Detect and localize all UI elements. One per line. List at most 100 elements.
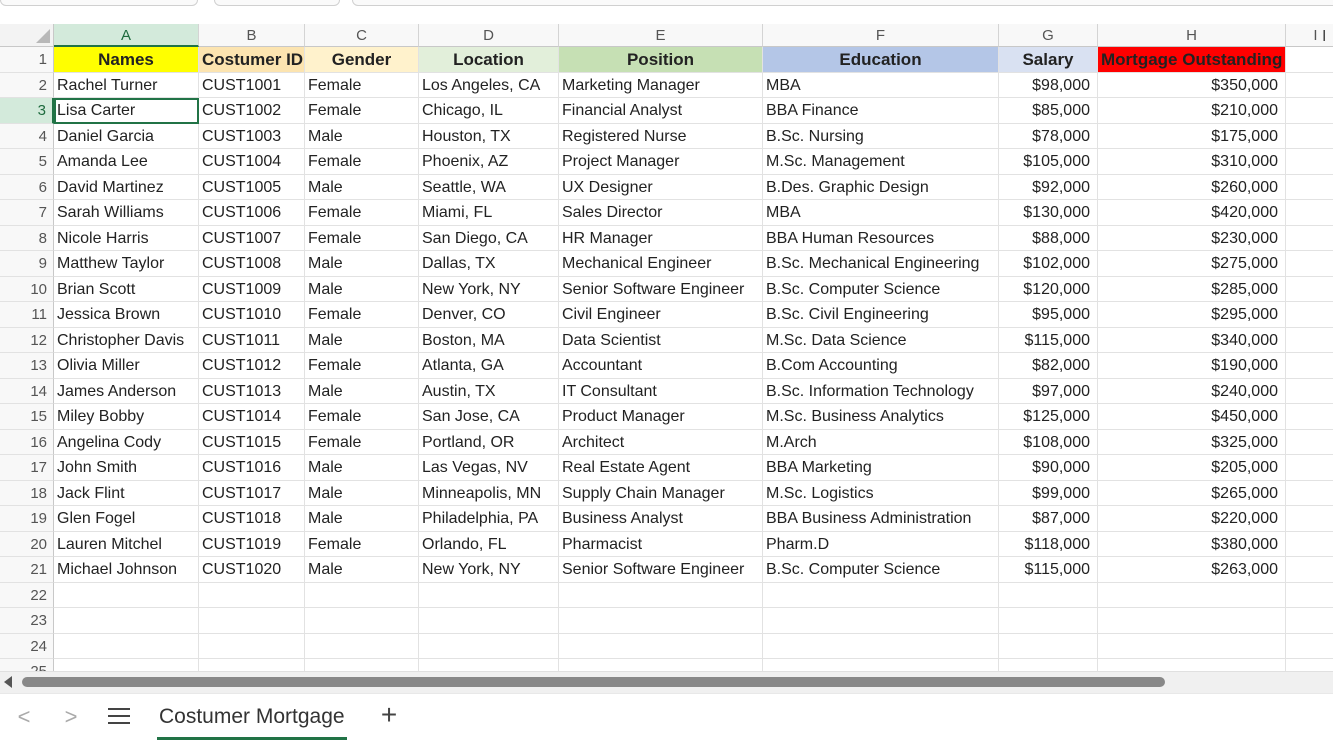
data-cell[interactable]: Boston, MA [419, 327, 559, 353]
data-cell[interactable]: Data Scientist [559, 327, 763, 353]
data-cell[interactable]: Female [305, 149, 419, 175]
empty-cell[interactable] [1098, 608, 1286, 634]
data-cell[interactable]: M.Sc. Management [763, 149, 999, 175]
data-cell[interactable]: BBA Human Resources [763, 225, 999, 251]
data-cell[interactable]: Denver, CO [419, 302, 559, 328]
header-cell[interactable]: Position [559, 47, 763, 73]
data-cell[interactable]: Chicago, IL [419, 98, 559, 124]
empty-cell[interactable] [199, 633, 305, 659]
data-cell[interactable]: Phoenix, AZ [419, 149, 559, 175]
column-header-h[interactable]: H [1098, 24, 1286, 47]
data-cell[interactable]: $125,000 [999, 404, 1098, 430]
row-header-16[interactable]: 16 [0, 429, 54, 455]
data-cell[interactable]: Pharmacist [559, 531, 763, 557]
data-cell[interactable]: CUST1010 [199, 302, 305, 328]
empty-cell[interactable] [199, 659, 305, 671]
empty-cell[interactable] [1286, 532, 1333, 557]
data-cell[interactable]: $295,000 [1098, 302, 1286, 328]
data-cell[interactable]: Dallas, TX [419, 251, 559, 277]
data-cell[interactable]: $120,000 [999, 276, 1098, 302]
data-cell[interactable]: Accountant [559, 353, 763, 379]
header-cell[interactable]: Gender [305, 47, 419, 73]
data-cell[interactable]: Male [305, 480, 419, 506]
empty-cell[interactable] [999, 608, 1098, 634]
data-cell[interactable]: CUST1011 [199, 327, 305, 353]
empty-cell[interactable] [1098, 582, 1286, 608]
row-header-1[interactable]: 1 [0, 47, 54, 73]
sheet-tab-costumer-mortgage[interactable]: Costumer Mortgage [157, 694, 347, 740]
data-cell[interactable]: San Jose, CA [419, 404, 559, 430]
data-cell[interactable]: Orlando, FL [419, 531, 559, 557]
row-header-22[interactable]: 22 [0, 582, 54, 608]
data-cell[interactable]: $175,000 [1098, 123, 1286, 149]
data-cell[interactable]: $98,000 [999, 72, 1098, 98]
data-cell[interactable]: M.Sc. Logistics [763, 480, 999, 506]
data-cell[interactable]: CUST1008 [199, 251, 305, 277]
scrollbar-thumb[interactable] [22, 677, 1165, 687]
data-cell[interactable]: $90,000 [999, 455, 1098, 481]
name-cell[interactable]: Jack Flint [54, 480, 199, 506]
data-cell[interactable]: CUST1017 [199, 480, 305, 506]
data-cell[interactable]: IT Consultant [559, 378, 763, 404]
data-cell[interactable]: MBA [763, 72, 999, 98]
empty-cell[interactable] [1286, 634, 1333, 659]
row-header-7[interactable]: 7 [0, 200, 54, 226]
triangle-left-icon[interactable] [4, 676, 12, 688]
data-cell[interactable]: $263,000 [1098, 557, 1286, 583]
name-cell[interactable]: Jessica Brown [54, 302, 199, 328]
empty-cell[interactable] [419, 582, 559, 608]
data-cell[interactable]: $230,000 [1098, 225, 1286, 251]
data-cell[interactable]: Male [305, 251, 419, 277]
data-cell[interactable]: B.Sc. Civil Engineering [763, 302, 999, 328]
empty-cell[interactable] [1286, 277, 1333, 302]
empty-cell[interactable] [305, 582, 419, 608]
data-cell[interactable]: Sales Director [559, 200, 763, 226]
data-cell[interactable]: $92,000 [999, 174, 1098, 200]
data-cell[interactable]: $240,000 [1098, 378, 1286, 404]
row-header-9[interactable]: 9 [0, 251, 54, 277]
name-cell[interactable]: Rachel Turner [54, 72, 199, 98]
row-header-13[interactable]: 13 [0, 353, 54, 379]
empty-cell[interactable] [54, 582, 199, 608]
data-cell[interactable]: Los Angeles, CA [419, 72, 559, 98]
header-cell[interactable]: Education [763, 47, 999, 73]
data-cell[interactable]: Atlanta, GA [419, 353, 559, 379]
empty-cell[interactable] [1286, 226, 1333, 251]
data-cell[interactable]: CUST1005 [199, 174, 305, 200]
header-cell[interactable]: Mortgage Outstanding [1098, 47, 1286, 73]
data-cell[interactable]: CUST1003 [199, 123, 305, 149]
row-header-20[interactable]: 20 [0, 531, 54, 557]
data-cell[interactable]: $450,000 [1098, 404, 1286, 430]
data-cell[interactable]: B.Sc. Mechanical Engineering [763, 251, 999, 277]
data-cell[interactable]: Senior Software Engineer [559, 557, 763, 583]
header-cell[interactable]: Costumer ID [199, 47, 305, 73]
data-cell[interactable]: Minneapolis, MN [419, 480, 559, 506]
data-cell[interactable]: CUST1006 [199, 200, 305, 226]
data-cell[interactable]: CUST1004 [199, 149, 305, 175]
data-cell[interactable]: Male [305, 123, 419, 149]
data-cell[interactable]: Male [305, 557, 419, 583]
data-cell[interactable]: CUST1001 [199, 72, 305, 98]
empty-cell[interactable] [763, 659, 999, 671]
data-cell[interactable]: $78,000 [999, 123, 1098, 149]
data-cell[interactable]: CUST1016 [199, 455, 305, 481]
empty-cell[interactable] [305, 608, 419, 634]
data-cell[interactable]: B.Com Accounting [763, 353, 999, 379]
data-cell[interactable]: $87,000 [999, 506, 1098, 532]
name-cell[interactable]: Angelina Cody [54, 429, 199, 455]
name-cell[interactable]: Michael Johnson [54, 557, 199, 583]
data-cell[interactable]: $420,000 [1098, 200, 1286, 226]
empty-cell[interactable] [1286, 379, 1333, 404]
name-cell[interactable]: Sarah Williams [54, 200, 199, 226]
data-cell[interactable]: Senior Software Engineer [559, 276, 763, 302]
select-all-corner[interactable] [0, 24, 54, 47]
empty-cell[interactable] [999, 633, 1098, 659]
data-cell[interactable]: San Diego, CA [419, 225, 559, 251]
empty-cell[interactable] [419, 608, 559, 634]
chevron-left-icon[interactable]: < [13, 706, 35, 728]
data-cell[interactable]: $85,000 [999, 98, 1098, 124]
data-cell[interactable]: Portland, OR [419, 429, 559, 455]
data-cell[interactable]: $205,000 [1098, 455, 1286, 481]
data-cell[interactable]: Project Manager [559, 149, 763, 175]
data-cell[interactable]: HR Manager [559, 225, 763, 251]
